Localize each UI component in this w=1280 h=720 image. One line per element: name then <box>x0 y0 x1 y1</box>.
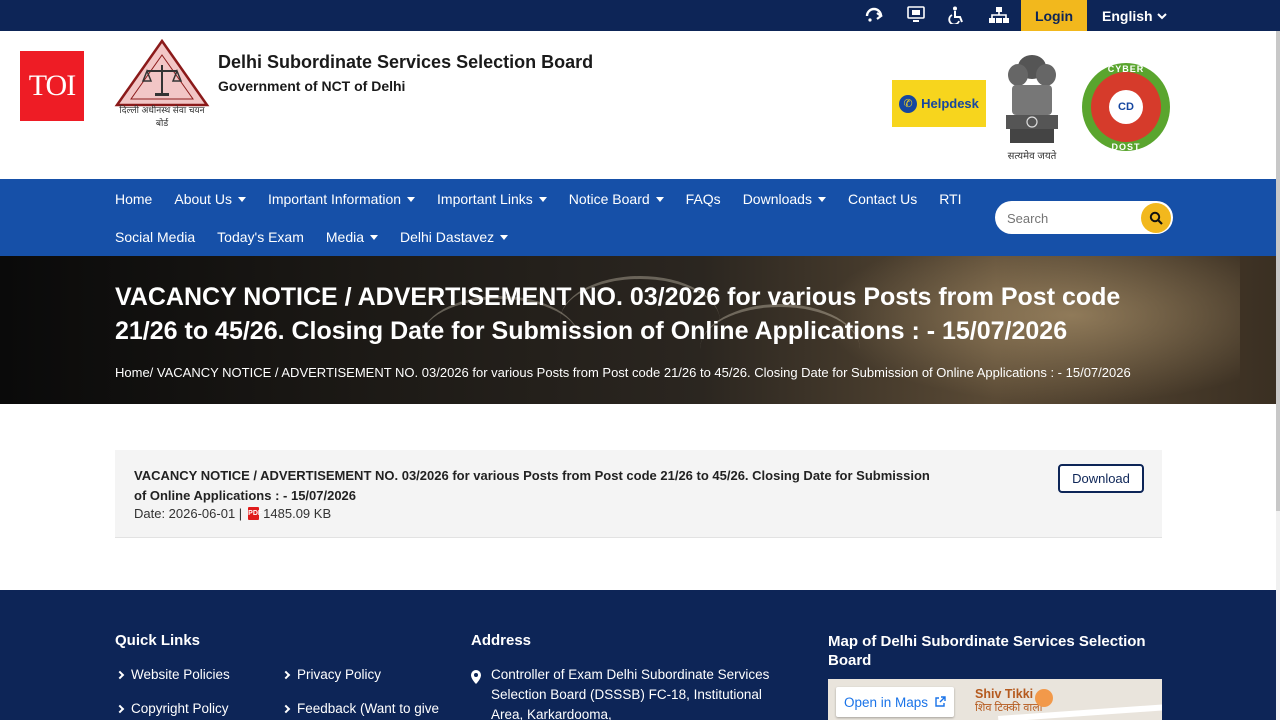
address-text: Controller of Exam Delhi Subordinate Ser… <box>491 667 770 720</box>
language-label: English <box>1102 7 1153 24</box>
language-selector[interactable]: English <box>1102 0 1167 31</box>
restaurant-pin-icon <box>1035 689 1053 707</box>
nav-item-label: Important Information <box>267 191 402 207</box>
chevron-right-icon <box>115 670 125 679</box>
address-heading: Address <box>471 632 532 649</box>
cyber-dost-badge: CYBER CD DOST <box>1091 64 1161 152</box>
chevron-right-icon <box>281 704 291 713</box>
satyamev-jayate-caption: सत्यमेव जयते <box>1007 151 1057 162</box>
nav-item-media[interactable]: Media <box>325 229 379 245</box>
chevron-right-icon <box>115 704 125 713</box>
nav-item-label: Delhi Dastavez <box>400 229 495 245</box>
national-emblem-icon <box>1006 55 1058 143</box>
caret-down-icon <box>237 196 246 202</box>
cyber-dost-logo[interactable]: CYBER CD DOST <box>1082 63 1170 152</box>
caret-down-icon <box>500 234 509 240</box>
nav-item-label: Social Media <box>115 229 196 245</box>
caret-down-icon <box>370 234 379 240</box>
search-input[interactable] <box>1007 208 1137 228</box>
helpdesk-button[interactable]: ✆ Helpdesk <box>892 80 986 127</box>
scrollbar-thumb[interactable] <box>1276 31 1280 511</box>
footer-link-label: Privacy Policy <box>297 667 382 682</box>
helpdesk-label: Helpdesk <box>921 96 979 111</box>
map-place-label: Shiv Tikki शिव टिक्की वाला <box>975 687 1043 715</box>
page-title: VACANCY NOTICE / ADVERTISEMENT NO. 03/20… <box>115 283 1121 345</box>
download-button[interactable]: Download <box>1058 464 1144 493</box>
nav-item-delhi-dastavez[interactable]: Delhi Dastavez <box>400 229 509 245</box>
notice-date: Date: 2026-06-01 | <box>134 506 243 521</box>
nav-item-notice-board[interactable]: Notice Board <box>569 191 664 207</box>
map-place-name: Shiv Tikki <box>975 687 1034 701</box>
nav-item-important-links[interactable]: Important Links <box>437 191 547 207</box>
nav-item-social-media[interactable]: Social Media <box>115 229 195 245</box>
emblem-caption: दिल्ली अधीनस्थ सेवा चयन बोर्ड <box>119 105 205 128</box>
cyber-dost-center: CD <box>1109 90 1143 124</box>
nav-item-label: Home <box>115 191 153 207</box>
nav-item-faqs[interactable]: FAQs <box>686 191 721 207</box>
nav-item-contact-us[interactable]: Contact Us <box>848 191 917 207</box>
nav-row-secondary: Social Media Today's Exam Media Delhi Dasta… <box>115 227 530 247</box>
search-button[interactable] <box>1141 203 1171 233</box>
nav-item-about-us[interactable]: About Us <box>174 191 246 207</box>
nav-item-label: Important Links <box>437 191 533 207</box>
quick-links-heading: Quick Links <box>115 632 201 649</box>
nav-item-downloads[interactable]: Downloads <box>743 191 826 207</box>
external-link-icon <box>935 696 946 707</box>
nav-item-home[interactable]: Home <box>115 191 152 207</box>
cyber-label: CYBER <box>1107 64 1145 74</box>
notice-meta: Date: 2026-06-01 | PDF 1485.09 KB <box>134 506 331 521</box>
nav-item-rti[interactable]: RTI <box>939 191 961 207</box>
footer-link-label: Website Policies <box>131 667 230 682</box>
caret-down-icon <box>407 196 416 202</box>
pdf-file-icon: PDF <box>248 507 262 520</box>
dost-label: DOST <box>1111 142 1141 152</box>
nav-item-label: Downloads <box>742 191 812 207</box>
caret-down-icon <box>817 196 826 202</box>
breadcrumb[interactable]: Home/ VACANCY NOTICE / ADVERTISEMENT NO.… <box>115 365 1131 380</box>
footer-link-privacy-policy[interactable]: Privacy Policy <box>281 667 382 682</box>
toi-logo[interactable]: TOI <box>20 51 84 121</box>
footer-link-feedback[interactable]: Feedback (Want to give <box>281 701 440 716</box>
open-in-maps-button[interactable]: Open in Maps <box>836 687 954 717</box>
nav-item-label: Today's Exam <box>217 229 304 245</box>
nav-item-today-s-exam[interactable]: Today's Exam <box>217 229 304 245</box>
nav-item-label: Contact Us <box>847 191 918 207</box>
login-button[interactable]: Login <box>1021 0 1087 31</box>
caret-down-icon <box>538 196 547 202</box>
search-icon <box>1149 211 1163 225</box>
caret-down-icon <box>655 196 664 202</box>
nav-item-label: RTI <box>939 191 962 207</box>
site-header: TOI दिल्ली अधीनस्थ सेवा चयन बोर्ड Delhi … <box>0 31 1280 179</box>
nav-row-primary: Home About Us Important Information Importa… <box>115 189 984 209</box>
org-title: Delhi Subordinate Services Selection Boa… <box>218 52 594 72</box>
notice-file-size: 1485.09 KB <box>263 506 332 521</box>
sitemap-monitor-icon[interactable] <box>904 4 928 26</box>
phone-icon: ✆ <box>899 94 918 113</box>
hierarchy-icon[interactable] <box>987 4 1011 26</box>
footer-link-label: Copyright Policy <box>131 701 229 716</box>
screen-reader-icon[interactable] <box>862 4 886 26</box>
notice-title: VACANCY NOTICE / ADVERTISEMENT NO. 03/20… <box>134 468 930 503</box>
footer-link-label: Feedback (Want to give <box>297 701 440 716</box>
chevron-down-icon <box>1156 12 1167 19</box>
top-utility-bar: Login English <box>0 0 1280 31</box>
nav-item-label: FAQs <box>685 191 721 207</box>
footer-link-copyright-policy[interactable]: Copyright Policy <box>115 701 229 716</box>
footer-link-website-policies[interactable]: Website Policies <box>115 667 230 682</box>
nav-item-label: About Us <box>174 191 232 207</box>
open-in-maps-label: Open in Maps <box>843 694 929 710</box>
map-place-subname: शिव टिक्की वाला <box>975 702 1043 714</box>
map-heading: Map of Delhi Subordinate Services Select… <box>828 633 1146 669</box>
nav-item-label: Notice Board <box>568 191 650 207</box>
nav-item-label: Media <box>325 229 365 245</box>
accessibility-icon[interactable] <box>945 4 969 26</box>
org-subtitle: Government of NCT of Delhi <box>218 78 406 94</box>
nav-item-important-information[interactable]: Important Information <box>267 191 416 207</box>
location-pin-icon <box>471 670 481 684</box>
chevron-right-icon <box>281 670 291 679</box>
